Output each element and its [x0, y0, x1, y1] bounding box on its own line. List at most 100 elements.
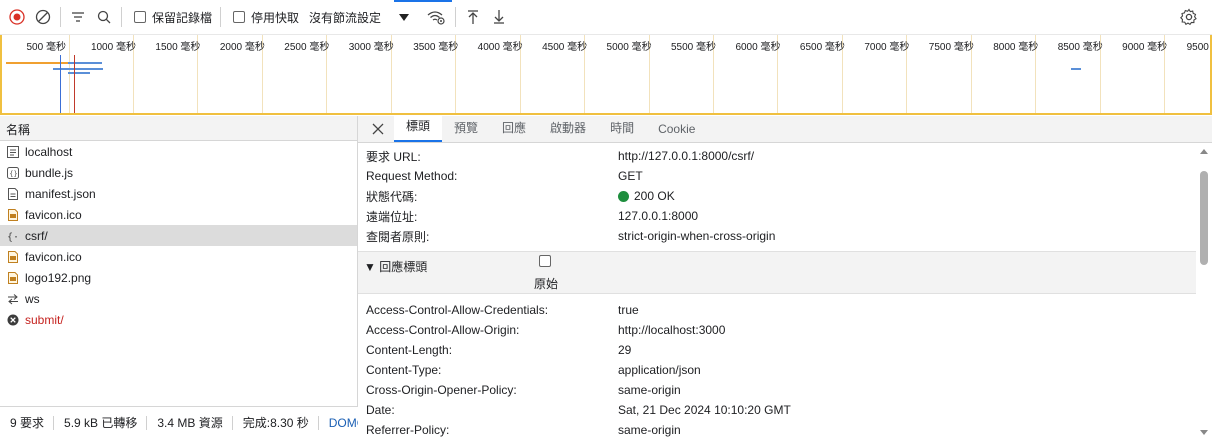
header-value[interactable]: http://127.0.0.1:8000/csrf/ [618, 149, 754, 163]
timeline-tick-label: 3000 毫秒 [348, 42, 394, 53]
domcontentloaded-time: DOMC [328, 416, 358, 430]
detail-tab[interactable]: 時間 [598, 116, 646, 142]
general-section: 要求 URL: http://127.0.0.1:8000/csrf/Reques… [358, 146, 1196, 246]
header-value[interactable]: strict-origin-when-cross-origin [618, 229, 775, 243]
close-icon [372, 123, 384, 135]
search-button[interactable] [91, 4, 117, 30]
search-icon [97, 10, 111, 24]
request-row[interactable]: manifest.json [0, 183, 357, 204]
scrollbar-thumb[interactable] [1200, 171, 1208, 265]
preserve-log-label: 保留記錄檔 [152, 10, 213, 25]
timeline-gridline [68, 35, 70, 113]
domcontentloaded-marker [60, 55, 61, 113]
disable-cache-checkbox[interactable]: 停用快取 [233, 9, 299, 26]
header-row: 狀態代碼: 200 OK [358, 186, 1196, 206]
header-value[interactable]: same-origin [618, 383, 681, 397]
response-headers-section-header[interactable]: ▼ 回應標頭 原始 [358, 251, 1196, 294]
request-name: ws [25, 291, 40, 306]
header-name: 狀態代碼: [366, 189, 418, 204]
header-row: Access-Control-Allow-Credentials: true [358, 300, 1196, 320]
clear-button[interactable] [30, 4, 56, 30]
timeline-tick-label: 2000 毫秒 [219, 42, 265, 53]
header-value[interactable]: GET [618, 169, 643, 183]
network-conditions-button[interactable] [423, 4, 449, 30]
response-headers-section: Access-Control-Allow-Credentials: true Acc… [358, 300, 1196, 439]
header-value-text: strict-origin-when-cross-origin [618, 229, 776, 243]
detail-tab[interactable]: 標頭 [394, 116, 443, 142]
checkbox-box[interactable] [134, 11, 146, 23]
scroll-up-arrow[interactable] [1200, 149, 1208, 154]
header-value[interactable]: same-origin [618, 423, 681, 437]
request-row[interactable]: {} bundle.js [0, 162, 357, 183]
throttle-select[interactable]: 沒有節流設定 [309, 9, 381, 26]
network-summary-bar: 9 要求 5.9 kB 已轉移 3.4 MB 資源 完成:8.30 秒 DOMC [0, 406, 358, 439]
header-value[interactable]: application/json [618, 363, 701, 377]
header-value-text: http://localhost:3000 [618, 323, 726, 337]
request-row[interactable]: submit/ [0, 309, 357, 330]
header-value[interactable]: 127.0.0.1:8000 [618, 209, 698, 223]
close-detail-button[interactable] [366, 116, 390, 142]
request-row[interactable]: {·} csrf/ [0, 225, 357, 246]
raw-label: 原始 [534, 277, 559, 291]
header-row: 要求 URL: http://127.0.0.1:8000/csrf/ [358, 146, 1196, 166]
detail-tab[interactable]: 啟動器 [538, 116, 598, 142]
timeline-tick-label: 4000 毫秒 [477, 42, 523, 53]
request-list: localhost {} bundle.js manifest.json favicon… [0, 141, 357, 330]
header-value[interactable]: 29 [618, 343, 631, 357]
timeline-tick-label: 9000 毫秒 [1122, 42, 1168, 53]
header-value[interactable]: 200 OK [618, 189, 675, 203]
request-count: 9 要求 [0, 416, 55, 430]
request-name: manifest.json [25, 186, 96, 201]
header-value[interactable]: http://localhost:3000 [618, 323, 725, 337]
toolbar-divider [60, 7, 61, 27]
header-name: Request Method: [366, 169, 458, 183]
detail-tab[interactable]: 預覽 [442, 116, 490, 142]
header-value-text: http://127.0.0.1:8000/csrf/ [618, 149, 755, 163]
request-row[interactable]: logo192.png [0, 267, 357, 288]
timeline-tick-label: 6000 毫秒 [735, 42, 781, 53]
image-icon [7, 271, 19, 284]
throttle-dropdown-button[interactable] [391, 4, 417, 30]
preserve-log-checkbox[interactable]: 保留記錄檔 [134, 9, 212, 26]
header-name: 遠端位址: [366, 209, 418, 224]
request-name: favicon.ico [25, 249, 82, 264]
header-value-text: Sat, 21 Dec 2024 10:10:20 GMT [618, 403, 791, 417]
header-name: Access-Control-Allow-Origin: [366, 323, 520, 337]
checkbox-box[interactable] [233, 11, 246, 23]
transferred-size: 5.9 kB 已轉移 [54, 416, 148, 430]
header-value[interactable]: true [618, 303, 639, 317]
upload-icon [468, 10, 479, 24]
fetch-icon: {·} [7, 230, 19, 242]
record-button[interactable] [4, 4, 30, 30]
toolbar-divider [121, 7, 122, 27]
clear-icon [35, 9, 51, 25]
request-row[interactable]: favicon.ico [0, 246, 357, 267]
header-value[interactable]: Sat, 21 Dec 2024 10:10:20 GMT [618, 403, 791, 417]
caret-down-icon [399, 14, 410, 21]
header-row: Request Method: GET [358, 166, 1196, 186]
svg-text:{·}: {·} [7, 232, 19, 242]
response-headers-title[interactable]: ▼ 回應標頭 [364, 258, 427, 275]
timeline-tick-label: 500 毫秒 [26, 42, 66, 53]
toolbar-divider [455, 7, 457, 27]
script-icon: {} [7, 166, 19, 179]
export-har-button[interactable] [486, 4, 512, 30]
headers-panel: 要求 URL: http://127.0.0.1:8000/csrf/Reques… [358, 143, 1196, 439]
header-name: Content-Length: [366, 343, 453, 357]
name-column-header[interactable]: 名稱 [0, 116, 357, 141]
raw-checkbox[interactable] [539, 255, 551, 267]
request-row[interactable]: ws [0, 288, 357, 309]
request-row[interactable]: localhost [0, 141, 357, 162]
timeline-tick-label: 8500 毫秒 [1057, 42, 1103, 53]
import-har-button[interactable] [460, 4, 486, 30]
header-name: Date: [366, 403, 395, 417]
timeline-overview[interactable]: 500 毫秒 1000 毫秒 1500 毫秒 2000 毫秒 2500 毫秒 3000 毫… [0, 35, 1212, 115]
settings-button[interactable] [1176, 4, 1202, 30]
request-row[interactable]: favicon.ico [0, 204, 357, 225]
file-icon [7, 187, 19, 200]
filter-button[interactable] [65, 4, 91, 30]
detail-tab[interactable]: 回應 [490, 116, 538, 142]
detail-scrollbar[interactable] [1196, 143, 1212, 439]
detail-tab[interactable]: Cookie [646, 116, 707, 142]
scroll-down-arrow[interactable] [1200, 430, 1208, 435]
